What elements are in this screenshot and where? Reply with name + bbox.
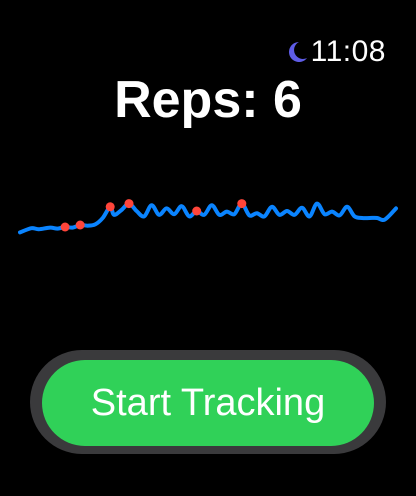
moon-shape xyxy=(288,42,307,62)
rep-peak-marker xyxy=(75,220,85,230)
rep-peak-marker xyxy=(192,206,202,216)
moon-icon xyxy=(288,42,307,62)
rep-peak-marker xyxy=(105,202,115,212)
rep-peak-marker xyxy=(237,199,247,209)
clock-time: 11:08 xyxy=(310,35,386,68)
reps-count-title: Reps: 6 xyxy=(114,71,302,129)
rep-peak-marker xyxy=(124,199,134,209)
watch-screen: { "status": { "focus_icon": "moon-icon",… xyxy=(0,0,416,496)
rep-peak-marker xyxy=(60,222,70,232)
motion-waveform-chart xyxy=(18,199,398,235)
start-tracking-button[interactable]: Start Tracking xyxy=(42,360,374,446)
waveform-line xyxy=(18,201,398,235)
status-bar: 11:08 xyxy=(283,34,386,70)
